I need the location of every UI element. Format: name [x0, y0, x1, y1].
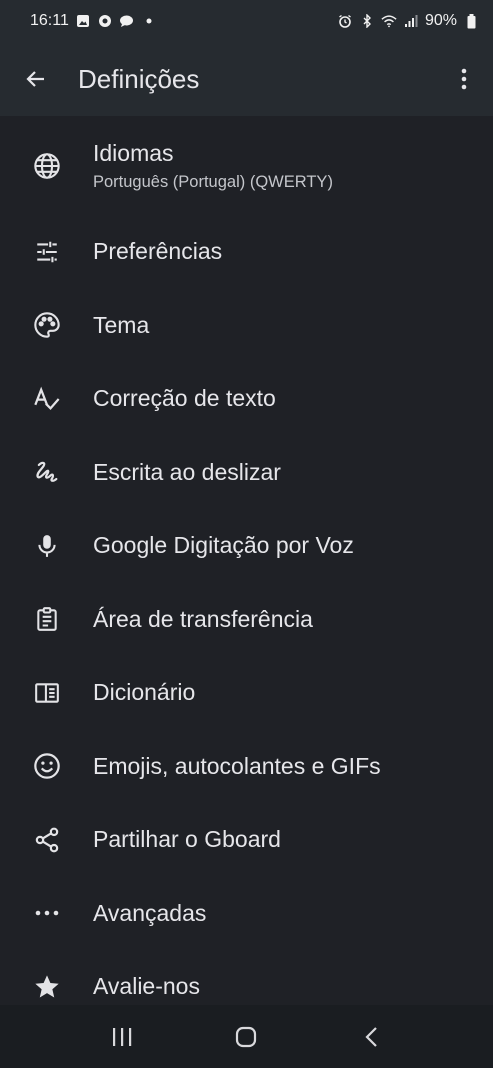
settings-item-emojis[interactable]: Emojis, autocolantes e GIFs — [0, 730, 493, 804]
status-bar: 16:11 90% — [0, 0, 493, 42]
settings-item-label: Avalie-nos — [93, 973, 200, 1000]
gesture-icon — [31, 456, 63, 488]
book-icon — [31, 677, 63, 709]
chat-icon — [119, 13, 135, 29]
signal-icon — [403, 13, 419, 29]
back-nav-icon[interactable] — [349, 1015, 393, 1059]
globe-icon — [31, 150, 63, 182]
settings-item-label: Avançadas — [93, 899, 207, 926]
settings-item-preferencias[interactable]: Preferências — [0, 215, 493, 289]
settings-item-label: Google Digitação por Voz — [93, 532, 354, 559]
battery-level: 90% — [424, 12, 457, 29]
settings-item-tema[interactable]: Tema — [0, 289, 493, 363]
recents-icon[interactable] — [100, 1015, 144, 1059]
settings-item-label: Correção de texto — [93, 385, 276, 412]
dot-icon — [141, 13, 157, 29]
palette-icon — [31, 309, 63, 341]
system-nav-bar — [0, 1005, 493, 1068]
settings-item-label: Emojis, autocolantes e GIFs — [93, 752, 381, 779]
mic-icon — [31, 530, 63, 562]
settings-item-label: Tema — [93, 311, 150, 338]
gallery-icon — [75, 13, 91, 29]
back-arrow-icon[interactable] — [18, 61, 54, 97]
sliders-icon — [31, 236, 63, 268]
settings-item-label: Escrita ao deslizar — [93, 458, 281, 485]
emoji-icon — [31, 750, 63, 782]
page-title: Definições — [78, 63, 200, 94]
status-time: 16:11 — [30, 12, 69, 29]
battery-icon — [463, 13, 479, 29]
star-icon — [31, 971, 63, 1003]
app-bar: Definições — [0, 42, 493, 116]
settings-item-label: Preferências — [93, 238, 223, 265]
bluetooth-icon — [359, 13, 375, 29]
settings-list: Idiomas Português (Portugal) (QWERTY) Pr… — [0, 116, 493, 1024]
home-icon[interactable] — [224, 1015, 268, 1059]
settings-item-label: Dicionário — [93, 679, 196, 706]
more-horiz-icon — [31, 897, 63, 929]
settings-item-escrita[interactable]: Escrita ao deslizar — [0, 436, 493, 510]
spellcheck-icon — [31, 383, 63, 415]
clipboard-icon — [31, 603, 63, 635]
settings-item-label: Área de transferência — [93, 605, 313, 632]
settings-item-partilhar[interactable]: Partilhar o Gboard — [0, 803, 493, 877]
settings-item-avancadas[interactable]: Avançadas — [0, 877, 493, 951]
settings-item-label: Partilhar o Gboard — [93, 826, 281, 853]
alarm-icon — [337, 13, 353, 29]
share-icon — [31, 824, 63, 856]
settings-item-idiomas[interactable]: Idiomas Português (Portugal) (QWERTY) — [0, 116, 493, 215]
settings-item-area-transferencia[interactable]: Área de transferência — [0, 583, 493, 657]
settings-item-dicionario[interactable]: Dicionário — [0, 656, 493, 730]
chrome-icon — [97, 13, 113, 29]
settings-item-label: Idiomas — [93, 139, 174, 166]
wifi-icon — [381, 13, 397, 29]
settings-item-correcao[interactable]: Correção de texto — [0, 362, 493, 436]
settings-item-subtitle: Português (Portugal) (QWERTY) — [93, 172, 333, 191]
settings-item-voz[interactable]: Google Digitação por Voz — [0, 509, 493, 583]
more-vert-icon[interactable] — [449, 61, 479, 97]
